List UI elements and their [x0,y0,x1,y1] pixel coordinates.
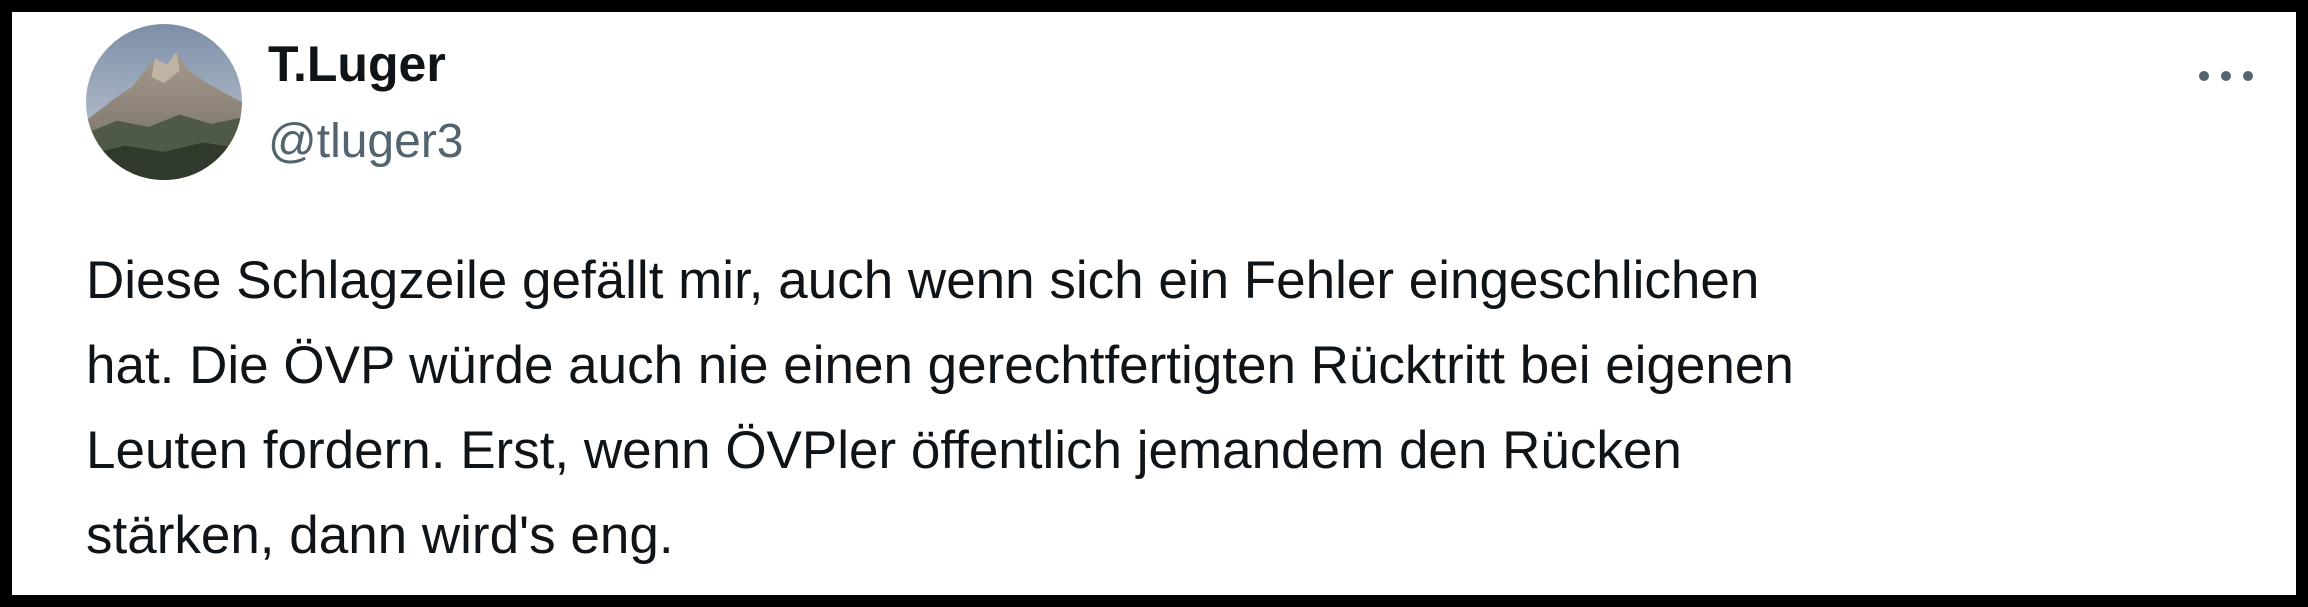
tweet-text-line: hat. Die ÖVP würde auch nie einen gerech… [86,336,1794,395]
avatar[interactable] [86,24,242,180]
tweet-text-line: stärken, dann wird's eng. [86,506,674,565]
tweet-text: Diese Schlagzeile gefällt mir, auch wenn… [86,238,2286,578]
more-options-button[interactable] [2186,46,2266,106]
tweet-text-line: Leuten fordern. Erst, wenn ÖVPler öffent… [86,421,1682,480]
more-horizontal-icon [2199,71,2253,81]
mountain-avatar-icon [86,24,242,180]
tweet-text-line: Diese Schlagzeile gefällt mir, auch wenn… [86,251,1760,310]
author-display-name[interactable]: T.Luger [268,34,446,94]
tweet-card: T.Luger @tluger3 Diese Schlagzeile gefäl… [12,12,2296,595]
author-handle[interactable]: @tluger3 [268,112,464,172]
